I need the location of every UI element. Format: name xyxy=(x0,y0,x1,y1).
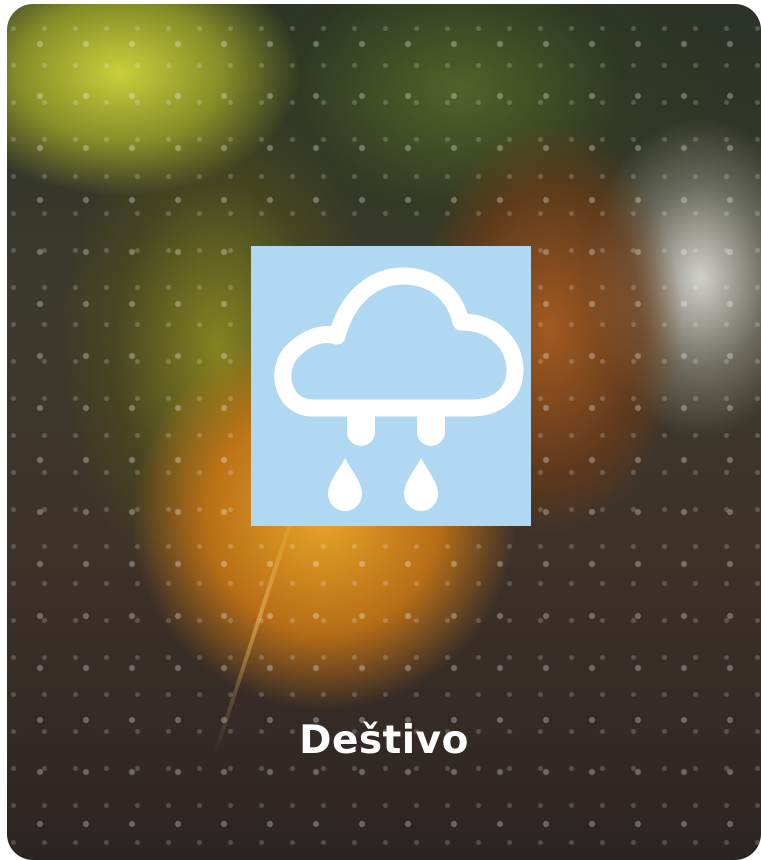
rain-cloud-icon xyxy=(251,246,531,526)
weather-widget-card[interactable]: Deštivo xyxy=(7,4,761,860)
weather-condition-label: Deštivo xyxy=(299,718,469,763)
